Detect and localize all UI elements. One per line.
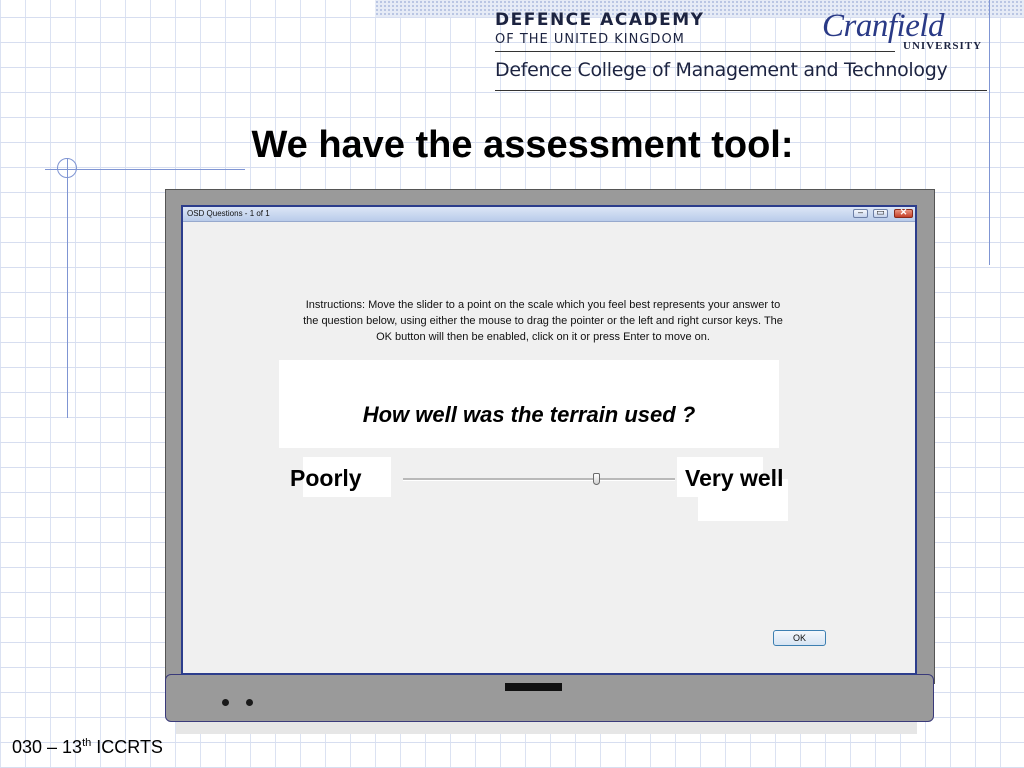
monitor-led	[222, 699, 229, 706]
header-rule	[495, 51, 895, 52]
close-icon: ✕	[899, 207, 908, 217]
org-name: DEFENCE ACADEMY	[495, 10, 705, 30]
minimize-icon: –	[857, 207, 863, 217]
app-window: OSD Questions - 1 of 1 – ▭ ✕ Instruction…	[181, 205, 917, 675]
minimize-button[interactable]: –	[853, 207, 868, 218]
instructions-text: Instructions: Move the slider to a point…	[303, 299, 783, 343]
footer-superscript: th	[82, 737, 92, 749]
slide-header: DEFENCE ACADEMY OF THE UNITED KINGDOM Cr…	[495, 8, 990, 92]
question-panel: How well was the terrain used ?	[279, 360, 779, 448]
scale-high-label: Very well	[685, 465, 784, 491]
rating-slider-thumb[interactable]	[592, 473, 600, 485]
header-rule	[495, 90, 987, 91]
rating-slider-track[interactable]	[403, 478, 675, 481]
window-titlebar[interactable]: OSD Questions - 1 of 1 – ▭ ✕	[183, 207, 915, 222]
question-text: How well was the terrain used ?	[362, 402, 696, 427]
monitor-base	[165, 674, 934, 722]
slide-footer: 030 – 13th ICCRTS	[12, 737, 163, 758]
window-title: OSD Questions - 1 of 1	[187, 209, 270, 218]
ok-button[interactable]: OK	[773, 630, 826, 646]
scale-low-label: Poorly	[290, 465, 362, 491]
maximize-button[interactable]: ▭	[873, 207, 888, 218]
monitor-slot	[505, 683, 562, 691]
footer-suffix: ICCRTS	[91, 737, 163, 757]
cranfield-logo-subtitle: UNIVERSITY	[903, 40, 983, 52]
college-name: Defence College of Management and Techno…	[495, 59, 948, 81]
slide-title: We have the assessment tool:	[251, 124, 794, 166]
monitor-led	[246, 699, 253, 706]
close-button[interactable]: ✕	[894, 207, 913, 218]
org-subtitle: OF THE UNITED KINGDOM	[495, 32, 685, 47]
decorative-line	[67, 158, 68, 418]
maximize-icon: ▭	[876, 207, 885, 217]
footer-prefix: 030 – 13	[12, 737, 83, 757]
